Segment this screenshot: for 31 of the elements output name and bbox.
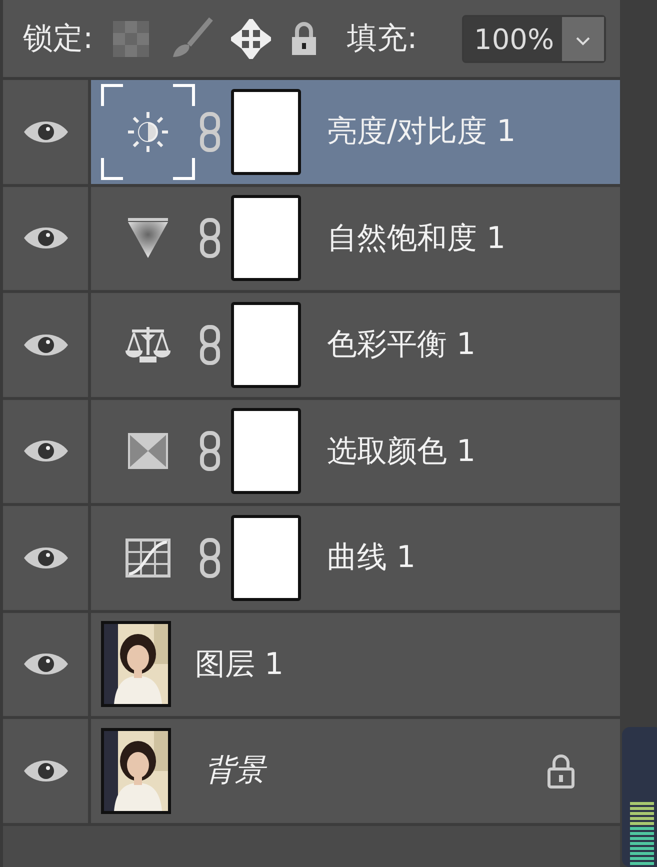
layer-row[interactable]: 图层 1 xyxy=(3,612,620,719)
triangle-icon xyxy=(126,216,170,260)
link-icon[interactable] xyxy=(199,218,221,258)
layer-row[interactable]: 自然饱和度 1 xyxy=(3,186,620,293)
layer-row[interactable]: 色彩平衡 1 xyxy=(3,293,620,400)
curves-grid-icon xyxy=(125,538,171,578)
layer-row[interactable]: 选取颜色 1 xyxy=(3,400,620,506)
layer-mask-thumbnail[interactable] xyxy=(231,514,301,601)
layer-name: 图层 1 xyxy=(195,646,284,684)
layer-name: 选取颜色 1 xyxy=(327,432,476,471)
scales-icon xyxy=(124,324,172,365)
layer-name: 色彩平衡 1 xyxy=(327,326,476,364)
layer-name: 曲线 1 xyxy=(327,539,416,578)
link-icon[interactable] xyxy=(199,112,221,152)
layer-row[interactable]: 亮度/对比度 1 xyxy=(3,80,620,186)
layer-mask-thumbnail[interactable] xyxy=(231,302,301,388)
layer-mask-thumbnail[interactable] xyxy=(231,408,301,494)
link-icon[interactable] xyxy=(199,431,221,472)
layer-row[interactable]: 曲线 1 xyxy=(3,506,620,612)
move-icon[interactable] xyxy=(231,18,272,58)
layer-mask-thumbnail[interactable] xyxy=(231,195,301,282)
fill-label: 填充: xyxy=(347,20,418,58)
link-icon[interactable] xyxy=(199,538,221,578)
layer-name: 自然饱和度 1 xyxy=(327,220,506,258)
layer-name: 背景 xyxy=(205,752,265,790)
layer-row[interactable]: 背景 xyxy=(3,719,620,826)
link-icon[interactable] xyxy=(199,324,221,365)
layer-mask-thumbnail[interactable] xyxy=(231,88,301,175)
selective-color-icon xyxy=(126,431,170,472)
layer-name: 亮度/对比度 1 xyxy=(327,113,516,152)
lock-label: 锁定: xyxy=(23,20,94,58)
